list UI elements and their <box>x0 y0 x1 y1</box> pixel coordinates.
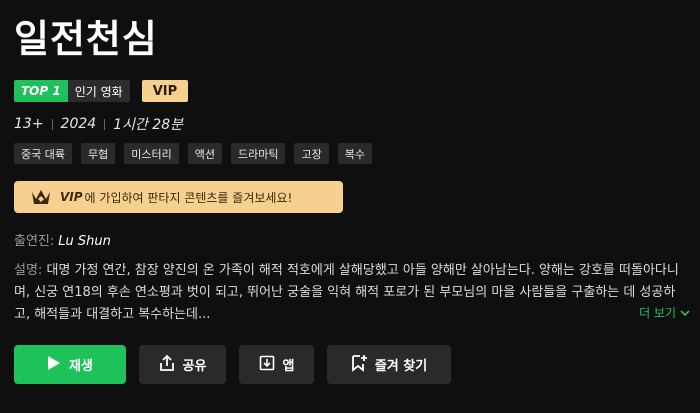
popular-category-label: 인기 영화 <box>67 80 130 102</box>
divider <box>51 118 53 130</box>
app-button[interactable]: 앱 <box>239 345 314 384</box>
share-icon <box>159 354 175 376</box>
genre-tag[interactable]: 미스터리 <box>124 143 179 164</box>
share-label: 공유 <box>182 359 207 374</box>
more-button[interactable]: 더 보기 <box>639 304 690 321</box>
description-label: 설명: <box>14 263 43 278</box>
cast-info: 출연진: Lu Shun <box>14 230 111 249</box>
meta-info: 13+ 2024 1시간 28분 <box>14 114 183 134</box>
action-buttons: 재생 공유 앱 즐겨 찾기 <box>14 345 451 384</box>
description-text: 대명 가정 연간, 참장 양진의 온 가족이 해적 적호에게 살해당했고 아들 … <box>14 263 679 322</box>
bookmark-add-icon <box>351 354 367 376</box>
favorite-button[interactable]: 즐겨 찾기 <box>327 345 451 384</box>
download-icon <box>259 355 275 375</box>
genre-tag[interactable]: 드라마틱 <box>230 143 286 164</box>
top-rank-badge: TOP 1 인기 영화 <box>14 80 130 102</box>
genre-tag[interactable]: 복수 <box>337 143 372 164</box>
genre-tag[interactable]: 액션 <box>187 143 222 164</box>
app-label: 앱 <box>282 359 295 374</box>
play-button[interactable]: 재생 <box>14 345 126 384</box>
genre-tag[interactable]: 무협 <box>80 143 116 164</box>
release-year: 2024 <box>60 116 97 132</box>
genre-tag[interactable]: 고장 <box>294 143 329 164</box>
genre-tag[interactable]: 중국 대륙 <box>14 143 72 164</box>
play-icon <box>47 355 61 375</box>
cast-name[interactable]: Lu Shun <box>58 234 111 249</box>
crown-icon <box>30 186 52 208</box>
vip-badge: VIP <box>141 80 189 102</box>
cast-label: 출연진: <box>14 234 55 249</box>
chevron-down-icon <box>680 306 690 320</box>
top-rank-label: TOP 1 <box>14 80 68 102</box>
page-title: 일전천심 <box>14 17 158 61</box>
genre-tags: 중국 대륙 무협 미스터리 액션 드라마틱 고장 복수 <box>14 143 372 164</box>
vip-join-text: 에 가입하여 판타지 콘텐츠를 즐겨보세요! <box>84 190 293 205</box>
play-label: 재생 <box>69 359 93 374</box>
description: 설명: 대명 가정 연간, 참장 양진의 온 가족이 해적 적호에게 살해당했고… <box>14 260 688 326</box>
favorite-label: 즐겨 찾기 <box>374 359 428 374</box>
badge-row: TOP 1 인기 영화 VIP <box>14 80 189 102</box>
vip-join-vip-word: VIP <box>60 190 83 204</box>
divider <box>104 118 106 130</box>
age-rating: 13+ <box>14 116 44 132</box>
vip-join-banner[interactable]: VIP 에 가입하여 판타지 콘텐츠를 즐겨보세요! <box>14 181 343 213</box>
duration: 1시간 28분 <box>113 117 183 133</box>
more-label: 더 보기 <box>639 306 676 320</box>
share-button[interactable]: 공유 <box>139 345 226 384</box>
